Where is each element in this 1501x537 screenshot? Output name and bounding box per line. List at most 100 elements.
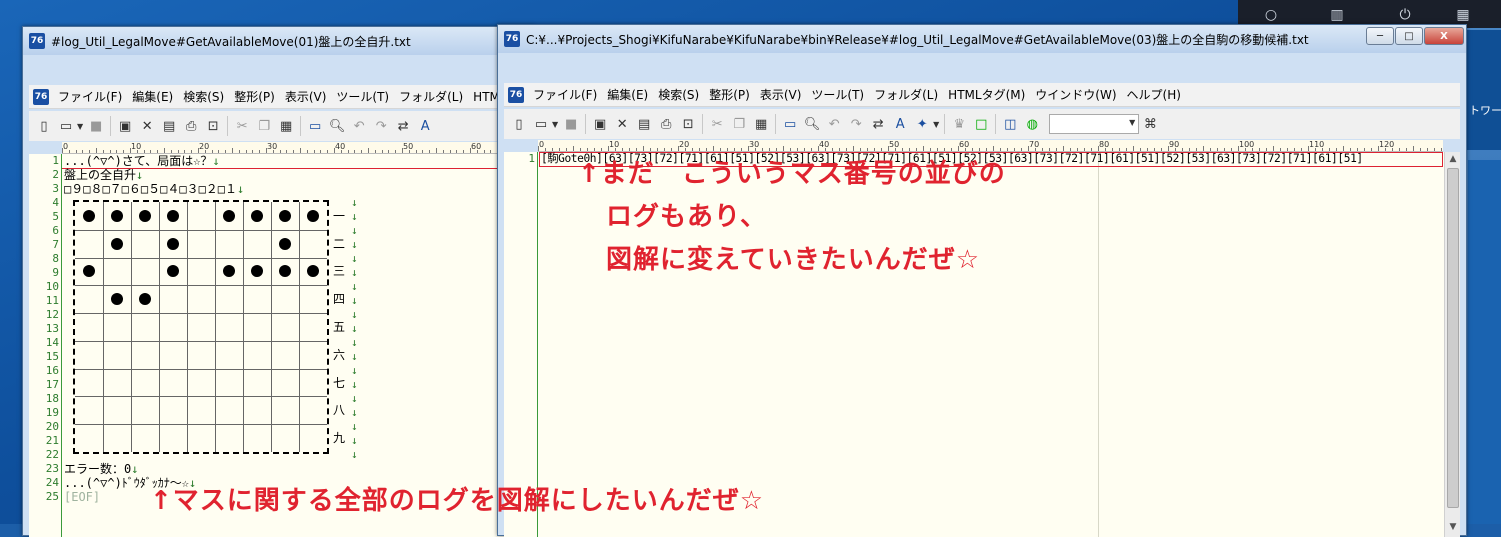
ruler-tick [860,148,861,151]
maximize-button[interactable]: □ [1395,27,1423,45]
open-folder-icon[interactable]: ▭ [530,113,552,135]
ruler-tick [1378,146,1379,151]
ruler-tick [157,150,158,153]
print-icon[interactable]: ⎙ [180,115,202,137]
minimize-button[interactable]: ─ [1366,27,1394,45]
cut-icon[interactable]: ✂ [706,113,728,135]
menu-item[interactable]: ツール(T) [331,88,394,105]
paste-icon[interactable]: ▦ [275,115,297,137]
paste-icon[interactable]: ▦ [750,113,772,135]
document-icon[interactable]: 76 [508,87,524,103]
equalizer-icon[interactable]: ▥ [1328,6,1346,24]
menu-item[interactable]: 検索(S) [178,88,229,105]
menu-item[interactable]: 整形(P) [704,86,755,103]
find-icon[interactable]: 🔍︎ [326,115,348,137]
replace-icon[interactable]: ⇄ [867,113,889,135]
new-file-icon[interactable]: ▯ [508,113,530,135]
ruler-tick [1049,148,1050,151]
ruler-tick [1007,148,1008,151]
menu-item[interactable]: ヘルプ(H) [1122,86,1186,103]
menu-item[interactable]: 表示(V) [280,88,332,105]
left-window-titlebar[interactable]: 76 #log_Util_LegalMove#GetAvailableMove(… [23,27,533,55]
binoculars-icon[interactable]: ⌘ [1139,113,1161,135]
grid-icon[interactable]: ▦ [1454,6,1472,24]
ruler-tick [1084,148,1085,151]
find-prev-icon[interactable]: ↶ [823,113,845,135]
find-next-icon[interactable]: ↷ [845,113,867,135]
line-number: 22 [46,448,59,462]
ruler-tick [130,148,131,153]
window-icon[interactable]: ▭ [304,115,326,137]
format-icon[interactable]: A [414,115,436,137]
ruler-tick [720,148,721,151]
menu-item[interactable]: 編集(E) [127,88,178,105]
ruler-tick [477,150,478,153]
green-box-icon[interactable]: □ [970,113,992,135]
save-as-icon[interactable]: ▣ [589,113,611,135]
ruler-tick [1063,146,1064,151]
menu-item[interactable]: ファイル(F) [528,86,602,103]
eol-mark: ↓ [237,182,244,196]
ruler-tick [713,146,714,151]
find-icon[interactable]: 🔍︎ [801,113,823,135]
magic-dropdown-icon[interactable]: ▼ [933,120,939,129]
lock-icon[interactable]: ⊡ [677,113,699,135]
globe-icon[interactable]: ◍ [1021,113,1043,135]
preview-icon[interactable]: ▤ [158,115,180,137]
close-file-icon[interactable]: ✕ [611,113,633,135]
lock-icon[interactable]: ⊡ [202,115,224,137]
copy-icon[interactable]: ❐ [728,113,750,135]
eol-mark: ↓ [351,336,358,349]
menu-item[interactable]: ファイル(F) [53,88,127,105]
ruler-tick [1364,148,1365,151]
windows-icon[interactable]: ◫ [999,113,1021,135]
open-dropdown-icon[interactable]: ▼ [77,122,83,131]
magic-icon[interactable]: ✦ [911,113,933,135]
scroll-up-icon[interactable]: ▲ [1447,154,1459,166]
menu-item[interactable]: 検索(S) [653,86,704,103]
right-editor-window[interactable]: 76 C:¥...¥Projects_Shogi¥KifuNarabe¥Kifu… [497,24,1467,536]
preview-icon[interactable]: ▤ [633,113,655,135]
replace-icon[interactable]: ⇄ [392,115,414,137]
menu-item[interactable]: フォルダ(L) [394,88,468,105]
close-file-icon[interactable]: ✕ [136,115,158,137]
open-dropdown-icon[interactable]: ▼ [552,120,558,129]
menu-item[interactable]: 編集(E) [602,86,653,103]
power-icon[interactable]: ⏻ [1396,6,1414,24]
scroll-thumb[interactable] [1447,168,1459,508]
format-icon[interactable]: A [889,113,911,135]
ruler-tick [538,146,539,151]
menu-item[interactable]: 整形(P) [229,88,280,105]
search-icon[interactable]: ○ [1262,6,1280,24]
new-file-icon[interactable]: ▯ [33,115,55,137]
chevron-down-icon[interactable]: ▼ [1129,118,1135,127]
open-folder-icon[interactable]: ▭ [55,115,77,137]
copy-icon[interactable]: ❐ [253,115,275,137]
save-icon[interactable]: ■ [560,113,582,135]
find-prev-icon[interactable]: ↶ [348,115,370,137]
line-number: 24 [46,476,59,490]
close-button[interactable]: X [1424,27,1464,45]
menu-item[interactable]: ツール(T) [806,86,869,103]
menu-item[interactable]: 表示(V) [755,86,807,103]
save-as-icon[interactable]: ▣ [114,115,136,137]
print-icon[interactable]: ⎙ [655,113,677,135]
ruler-tick [1385,148,1386,151]
menu-item[interactable]: フォルダ(L) [869,86,943,103]
save-icon[interactable]: ■ [85,115,107,137]
menu-item[interactable]: ウインドウ(W) [1030,86,1121,103]
right-window-titlebar[interactable]: 76 C:¥...¥Projects_Shogi¥KifuNarabe¥Kifu… [498,25,1466,53]
left-editor-window[interactable]: 76 #log_Util_LegalMove#GetAvailableMove(… [22,26,534,536]
ruler-tick [259,150,260,153]
eol-mark: ↓ [351,252,358,265]
ruler-tick [164,148,165,153]
menu-item[interactable]: HTMLタグ(M) [943,86,1030,103]
window-icon[interactable]: ▭ [779,113,801,135]
find-next-icon[interactable]: ↷ [370,115,392,137]
document-icon[interactable]: 76 [33,89,49,105]
cut-icon[interactable]: ✂ [231,115,253,137]
search-combo[interactable]: ▼ [1049,114,1139,134]
rank-label: 五 [333,318,345,335]
crown-icon[interactable]: ♛ [948,113,970,135]
vertical-scrollbar[interactable]: ▲ ▼ [1444,152,1460,537]
